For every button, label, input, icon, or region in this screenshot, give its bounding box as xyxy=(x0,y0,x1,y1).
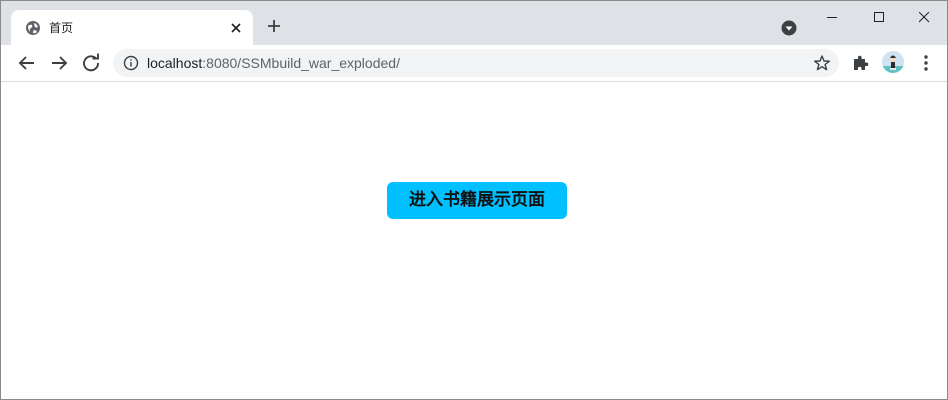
maximize-icon xyxy=(874,12,884,22)
minimize-button[interactable] xyxy=(809,1,855,33)
window-close-button[interactable] xyxy=(901,1,947,33)
close-icon xyxy=(919,12,930,23)
reload-icon[interactable] xyxy=(79,51,103,75)
arrow-left-icon[interactable] xyxy=(15,51,39,75)
toolbar: localhost:8080/SSMbuild_war_exploded/ xyxy=(1,45,947,82)
address-bar[interactable]: localhost:8080/SSMbuild_war_exploded/ xyxy=(113,49,839,77)
page-content: 进入书籍展示页面 xyxy=(1,82,947,399)
avatar[interactable] xyxy=(882,51,904,73)
enter-books-page-button[interactable]: 进入书籍展示页面 xyxy=(387,182,567,219)
kebab-menu-icon[interactable] xyxy=(917,53,935,73)
minimize-icon xyxy=(827,17,837,18)
profile-picture xyxy=(882,51,904,73)
url-host: localhost xyxy=(147,55,203,71)
maximize-button[interactable] xyxy=(856,1,902,33)
info-icon[interactable] xyxy=(123,55,139,71)
arrow-right-icon[interactable] xyxy=(47,51,71,75)
tab-strip: 首页 xyxy=(1,1,947,45)
tab-search-icon[interactable] xyxy=(780,19,798,37)
globe-icon xyxy=(26,21,40,35)
url-text[interactable]: localhost:8080/SSMbuild_war_exploded/ xyxy=(147,54,400,72)
tab-home[interactable]: 首页 xyxy=(11,10,253,45)
star-icon[interactable] xyxy=(813,54,831,72)
browser-window: 首页 localhost:8080/SSMbuild_war_exploded/… xyxy=(0,0,948,400)
url-path: :8080/SSMbuild_war_exploded/ xyxy=(202,55,400,71)
puzzle-icon[interactable] xyxy=(851,53,871,73)
close-icon[interactable] xyxy=(227,19,245,37)
tab-title: 首页 xyxy=(49,21,74,35)
plus-icon[interactable] xyxy=(264,16,284,36)
